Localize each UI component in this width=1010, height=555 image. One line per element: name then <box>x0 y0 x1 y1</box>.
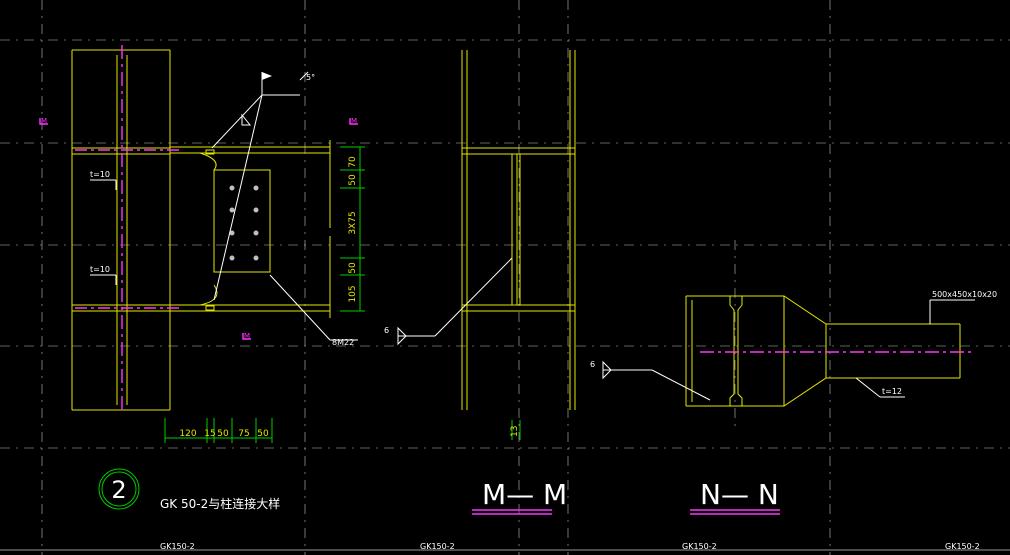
weld-angle-label: 5° <box>306 73 315 82</box>
stiffener-label-top: t=10 <box>90 170 110 179</box>
vdim-2: 50 <box>348 174 358 186</box>
hdim-5: 50 <box>257 429 269 439</box>
weld-symbol-m: 6 <box>384 326 389 335</box>
bolt-group <box>229 185 259 261</box>
weld-symbol-n: 6 <box>590 360 595 369</box>
cad-drawing-canvas[interactable]: 5° 8M22 t=10 t=10 M M M 70 50 3X75 50 10… <box>0 0 1010 555</box>
bottom-labels: GK150-2 GK150-2 GK150-2 GK150-2 <box>0 542 1010 551</box>
section-n-n: 6 500x450x10x20 t=12 N— N <box>590 290 997 515</box>
plate-label: t=12 <box>882 387 902 396</box>
bottom-label-1: GK150-2 <box>160 542 195 551</box>
vdim-5: 105 <box>348 285 358 302</box>
section-m-title: M— M <box>482 478 567 511</box>
vertical-dimensions: 70 50 3X75 50 105 <box>340 146 365 312</box>
hdim-2: 15 <box>204 429 215 439</box>
bottom-label-3: GK150-2 <box>682 542 717 551</box>
detail-elevation: 5° 8M22 t=10 t=10 M M M 70 50 3X75 50 10… <box>39 45 365 511</box>
vdim-1: 70 <box>348 156 358 168</box>
beam-spec-label: 500x450x10x20 <box>932 290 997 299</box>
section-m-dim: 13 <box>510 426 520 437</box>
bottom-label-2: GK150-2 <box>420 542 455 551</box>
detail-number: 2 <box>111 476 126 504</box>
section-marker-m-right: M <box>351 117 357 125</box>
stiffener-label-bottom: t=10 <box>90 265 110 274</box>
section-marker-m-left: M <box>41 117 47 125</box>
vdim-3: 3X75 <box>348 211 358 234</box>
section-n-title: N— N <box>700 478 779 511</box>
grid-lines <box>0 0 1010 555</box>
bottom-label-4: GK150-2 <box>945 542 980 551</box>
hdim-4: 75 <box>238 429 249 439</box>
bolt-label: 8M22 <box>332 338 354 347</box>
vdim-4: 50 <box>348 262 358 274</box>
detail-title: GK 50-2与柱连接大样 <box>160 496 280 511</box>
hdim-3: 50 <box>217 429 229 439</box>
hdim-1: 120 <box>179 429 196 439</box>
horizontal-dimensions: 120 15 50 75 50 <box>164 418 273 443</box>
section-marker-m-bottom: M <box>244 332 250 340</box>
section-m-m: 6 13 M— M <box>384 50 576 515</box>
